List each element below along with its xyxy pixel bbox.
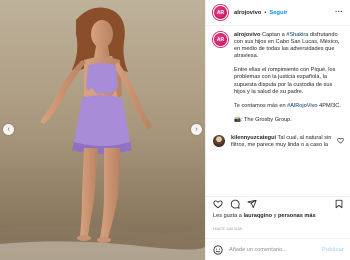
emoji-icon[interactable] <box>213 244 223 255</box>
caption-row: AR alrojovivo Captan a #Shakira disfruta… <box>213 32 344 124</box>
caption-author[interactable]: alrojovivo <box>234 32 260 38</box>
caption-hashtag-2[interactable]: #AlRojoVivo <box>287 103 317 109</box>
heart-icon[interactable] <box>213 199 223 209</box>
comment-author[interactable]: kilennyuzcategui <box>231 135 276 141</box>
comment-icon[interactable] <box>230 199 240 209</box>
more-options-icon[interactable]: ··· <box>335 9 343 16</box>
follow-button[interactable]: Seguir <box>269 10 287 16</box>
post-date[interactable]: HACE UN DÍA <box>213 226 242 231</box>
comments-area: AR alrojovivo Captan a #Shakira disfruta… <box>206 27 350 195</box>
likes-others[interactable]: personas más <box>278 213 316 219</box>
post-header: AR alrojovivo • Seguir ··· <box>206 0 350 26</box>
bookmark-icon[interactable] <box>334 199 344 209</box>
comment-text: kilennyuzcategui Tal cual, al natural si… <box>231 135 339 149</box>
post-info-panel: AR alrojovivo • Seguir ··· AR alrojovivo… <box>205 0 350 260</box>
caption-para3-post: 4PM/3C. <box>317 102 341 109</box>
action-bar <box>206 196 350 211</box>
caption-avatar[interactable]: AR <box>213 32 228 47</box>
caption-text: alrojovivo Captan a #Shakira disfrutando… <box>234 32 344 124</box>
avatar[interactable]: AR <box>213 5 228 20</box>
likes-prefix: Les gusta a <box>213 213 244 219</box>
beach-photo-illustration <box>0 0 205 260</box>
comment-input[interactable] <box>229 246 319 253</box>
caption-line1-pre: Captan a <box>260 32 287 38</box>
instagram-post-modal: ‹ › AR alrojovivo • Seguir ··· AR alrojo… <box>0 0 350 260</box>
caption-paragraph-3: Te contamos más en #AlRojoVivo 4PM/3C. <box>234 103 344 110</box>
avatar-initials: AR <box>216 9 225 16</box>
username-link[interactable]: alrojovivo <box>234 10 261 16</box>
share-icon[interactable] <box>247 199 257 209</box>
publish-button[interactable]: Publicar <box>322 247 344 253</box>
comment-avatar[interactable] <box>213 134 225 147</box>
comment-heart-icon[interactable] <box>337 137 344 144</box>
caption-paragraph-4: 📸: The Grosby Group. <box>234 116 292 123</box>
likes-user[interactable]: lauraqgino <box>243 213 272 219</box>
likes-text: Les gusta a lauraqgino y personas más <box>213 213 348 219</box>
separator-dot: • <box>264 9 267 16</box>
caption-paragraph-2: Entre ellas el rompimiento con Piqué, lo… <box>234 67 336 95</box>
caption-hashtag[interactable]: #Shakira <box>286 32 308 38</box>
comment-item: kilennyuzcategui Tal cual, al natural si… <box>213 134 344 149</box>
chevron-right-icon[interactable]: › <box>191 124 202 135</box>
caption-avatar-initials: AR <box>216 36 225 43</box>
caption-para3-pre: Te contamos más en <box>234 102 288 109</box>
chevron-left-icon[interactable]: ‹ <box>3 124 14 135</box>
post-photo[interactable]: ‹ › <box>0 0 205 260</box>
add-comment-bar: Publicar <box>206 238 350 260</box>
